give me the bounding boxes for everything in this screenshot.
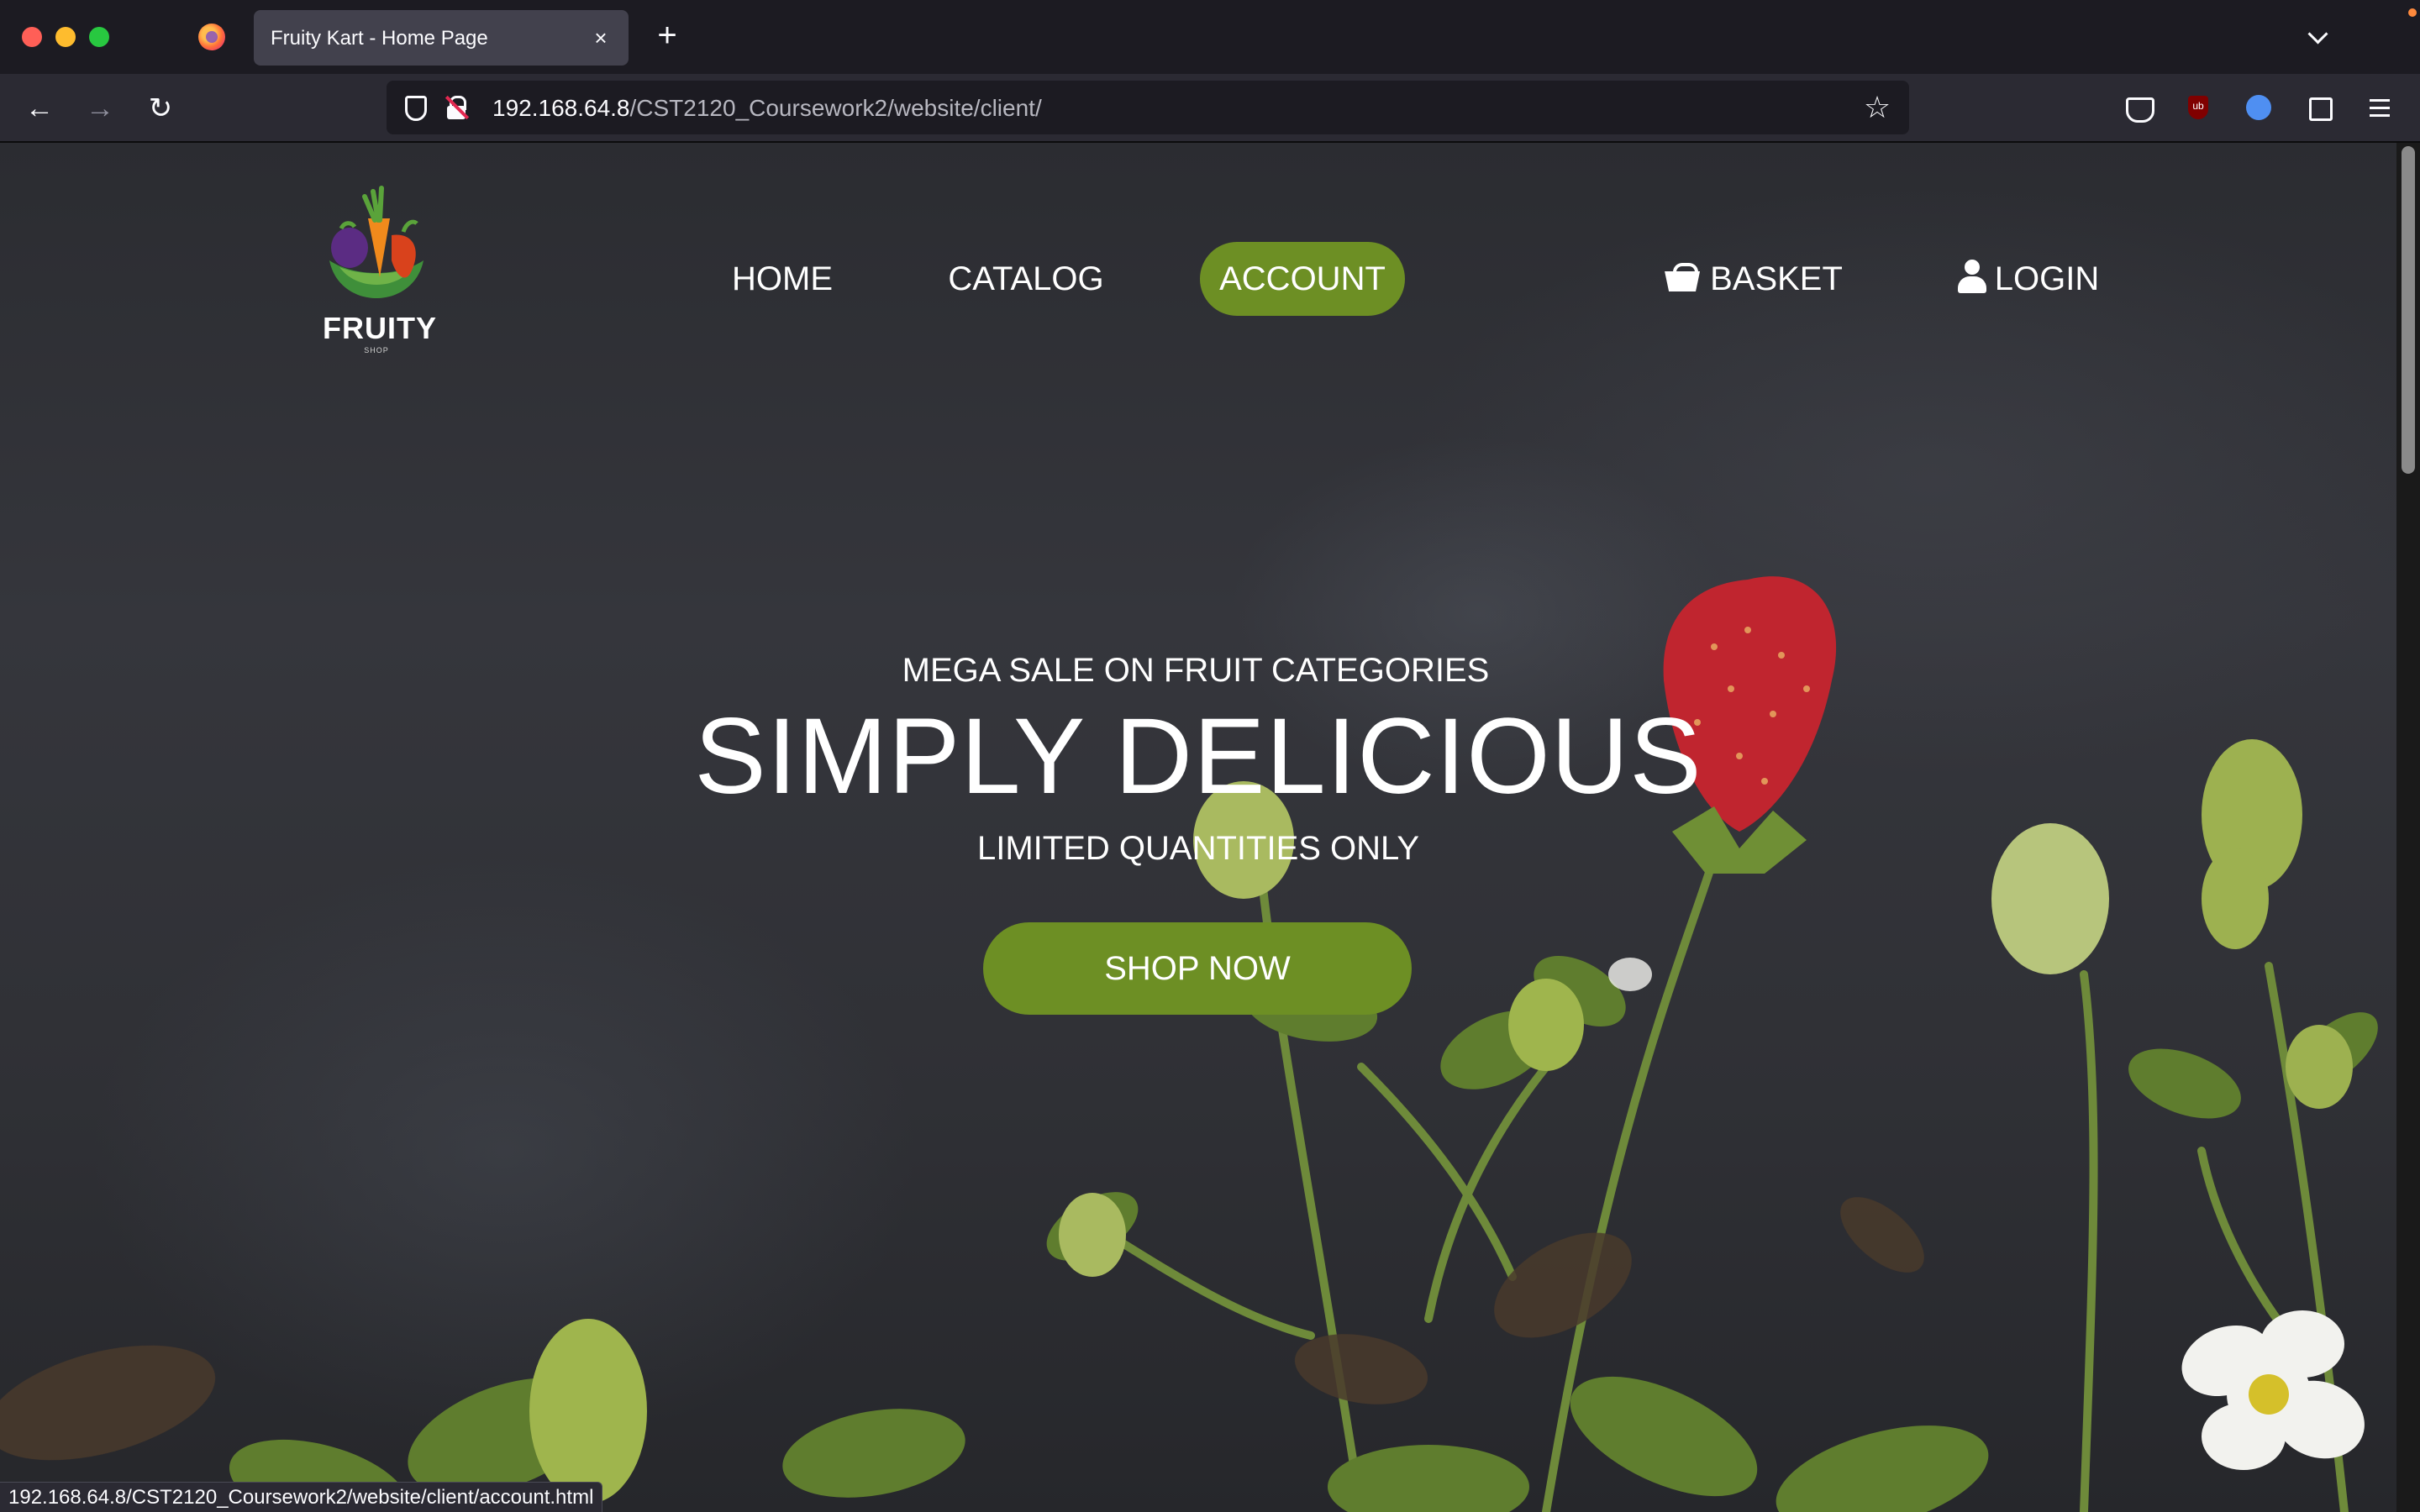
- status-url-preview: 192.168.64.8/CST2120_Coursework2/website…: [0, 1482, 603, 1512]
- login-label: LOGIN: [1994, 260, 2100, 297]
- nav-login-link[interactable]: LOGIN: [1954, 242, 2102, 316]
- nav-basket-link[interactable]: BASKET: [1660, 242, 1847, 316]
- hero-subtitle: LIMITED QUANTITIES ONLY: [977, 830, 1419, 867]
- pocket-icon[interactable]: [2121, 91, 2154, 124]
- firefox-icon[interactable]: [198, 24, 225, 50]
- ublock-icon[interactable]: [2181, 91, 2215, 124]
- tab-title: Fruity Kart - Home Page: [271, 27, 488, 50]
- menu-icon[interactable]: [2363, 91, 2396, 124]
- chevron-down-icon[interactable]: [2302, 20, 2336, 54]
- basket-icon: [1665, 263, 1700, 291]
- reload-icon[interactable]: ↻: [141, 89, 180, 128]
- browser-tab-bar: Fruity Kart - Home Page × +: [0, 0, 2420, 74]
- url-text[interactable]: 192.168.64.8/CST2120_Coursework2/website…: [492, 95, 1042, 122]
- forward-icon[interactable]: →: [81, 89, 119, 128]
- puzzle-icon[interactable]: [2302, 91, 2336, 124]
- logo-subtext: SHOP: [364, 346, 389, 354]
- site-logo[interactable]: FRUITY SHOP: [323, 185, 437, 361]
- browser-tab-active[interactable]: Fruity Kart - Home Page ×: [254, 10, 629, 66]
- fruit-basket-logo-icon: [329, 186, 424, 298]
- maximize-window-button[interactable]: [89, 27, 109, 47]
- page-viewport: FRUITY SHOP HOME CATALOG ACCOUNT BASKET …: [0, 143, 2420, 1512]
- hero-kicker: MEGA SALE ON FRUIT CATEGORIES: [902, 652, 1490, 689]
- scrollbar[interactable]: [2396, 143, 2420, 1512]
- notification-dot: [2408, 8, 2417, 17]
- minimize-window-button[interactable]: [55, 27, 76, 47]
- url-host: 192.168.64.8: [492, 95, 630, 121]
- user-icon: [1957, 260, 1986, 293]
- scrollbar-thumb[interactable]: [2402, 146, 2415, 474]
- extension-icon[interactable]: [2242, 91, 2275, 124]
- nav-account-link[interactable]: ACCOUNT: [1200, 242, 1405, 316]
- shield-icon[interactable]: [405, 96, 427, 121]
- back-icon[interactable]: ←: [20, 89, 59, 128]
- url-path: /CST2120_Coursework2/website/client/: [629, 95, 1042, 121]
- logo-text: FRUITY: [323, 311, 437, 345]
- shop-now-button[interactable]: SHOP NOW: [983, 922, 1412, 1015]
- star-icon[interactable]: ☆: [1860, 91, 1894, 124]
- tab-close-icon[interactable]: ×: [585, 22, 617, 54]
- browser-toolbar: ← → ↻ 192.168.64.8/CST2120_Coursework2/w…: [0, 74, 2420, 143]
- nav-home-link[interactable]: HOME: [716, 242, 849, 316]
- close-window-button[interactable]: [22, 27, 42, 47]
- new-tab-button[interactable]: +: [649, 18, 686, 55]
- nav-catalog-link[interactable]: CATALOG: [933, 242, 1119, 316]
- address-bar[interactable]: 192.168.64.8/CST2120_Coursework2/website…: [387, 81, 1909, 134]
- hero-title: SIMPLY DELICIOUS: [694, 696, 1702, 816]
- basket-label: BASKET: [1710, 260, 1843, 297]
